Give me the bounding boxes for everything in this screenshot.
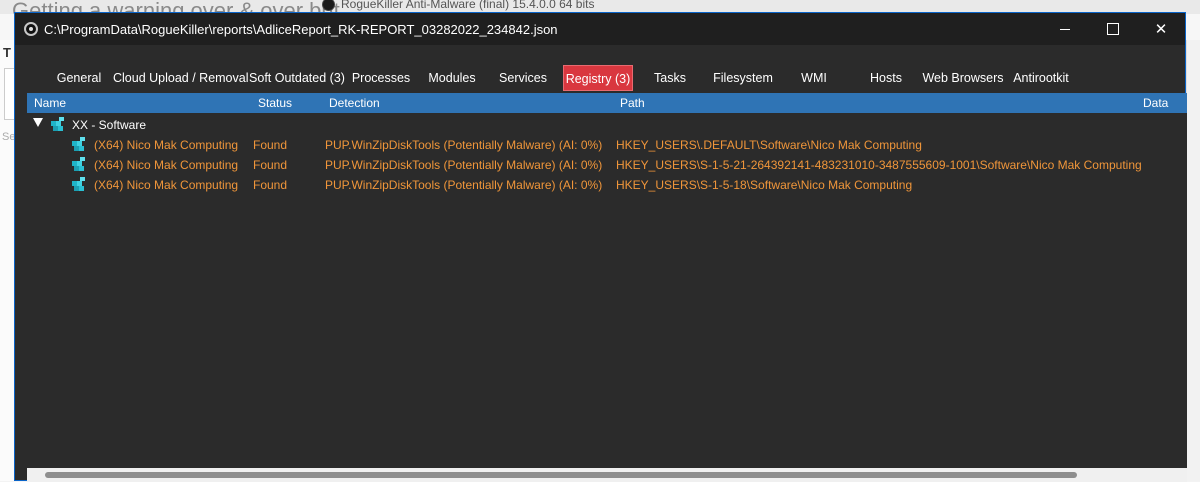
background-app-title[interactable]: RogueKiller Anti-Malware (final) 15.4.0.… xyxy=(322,0,594,11)
tab-processes[interactable]: Processes xyxy=(350,65,412,91)
row-path: HKEY_USERS\S-1-5-18\Software\Nico Mak Co… xyxy=(616,178,913,192)
roguekiller-app-icon xyxy=(24,22,38,36)
tab-hosts[interactable]: Hosts xyxy=(864,65,908,91)
minimize-button[interactable] xyxy=(1041,13,1089,45)
tab-filesystem[interactable]: Filesystem xyxy=(706,65,780,91)
tab-bar: General Cloud Upload / Removal Soft Outd… xyxy=(15,65,1185,91)
maximize-button[interactable] xyxy=(1089,13,1137,45)
row-path: HKEY_USERS\S-1-5-21-264392141-483231010-… xyxy=(616,158,1142,172)
tab-antirootkit[interactable]: Antirootkit xyxy=(1009,65,1073,91)
row-status: Found xyxy=(253,158,288,172)
expand-triangle-icon[interactable] xyxy=(33,118,43,127)
tab-tasks[interactable]: Tasks xyxy=(648,65,692,91)
tab-web-browsers[interactable]: Web Browsers xyxy=(921,65,1005,91)
tab-services[interactable]: Services xyxy=(496,65,550,91)
registry-cube-icon xyxy=(72,157,85,171)
column-header-data[interactable]: Data xyxy=(1143,96,1168,110)
column-header-status[interactable]: Status xyxy=(258,96,292,110)
background-app-icon xyxy=(322,0,335,11)
group-label: XX - Software xyxy=(72,118,147,132)
tab-cloud-upload-removal[interactable]: Cloud Upload / Removal xyxy=(113,65,249,91)
tab-registry[interactable]: Registry (3) xyxy=(563,65,633,91)
minimize-icon xyxy=(1060,28,1070,30)
background-app-title-text: RogueKiller Anti-Malware (final) 15.4.0.… xyxy=(341,0,595,11)
registry-cube-icon xyxy=(72,137,85,151)
background-right-panel xyxy=(1186,40,1200,481)
column-header-detection[interactable]: Detection xyxy=(329,96,380,110)
background-left-letter: T xyxy=(3,45,11,60)
registry-cube-icon xyxy=(51,117,64,131)
tab-soft-outdated[interactable]: Soft Outdated (3) xyxy=(249,65,345,91)
row-status: Found xyxy=(253,138,288,152)
table-header: Name Status Detection Path Data xyxy=(27,93,1187,113)
row-detection: PUP.WinZipDiskTools (Potentially Malware… xyxy=(325,178,603,192)
window-controls: ✕ xyxy=(1041,13,1185,45)
table-row[interactable]: (X64) Nico Mak Computing Found PUP.WinZi… xyxy=(27,135,1187,155)
row-detection: PUP.WinZipDiskTools (Potentially Malware… xyxy=(325,158,603,172)
tab-modules[interactable]: Modules xyxy=(424,65,480,91)
tab-general[interactable]: General xyxy=(51,65,107,91)
row-name: (X64) Nico Mak Computing xyxy=(94,158,239,172)
tab-wmi[interactable]: WMI xyxy=(794,65,834,91)
window-titlebar[interactable]: C:\ProgramData\RogueKiller\reports\Adlic… xyxy=(15,13,1185,45)
report-window: C:\ProgramData\RogueKiller\reports\Adlic… xyxy=(14,12,1187,482)
maximize-icon xyxy=(1107,23,1119,35)
close-button[interactable]: ✕ xyxy=(1137,13,1185,45)
table-row[interactable]: (X64) Nico Mak Computing Found PUP.WinZi… xyxy=(27,155,1187,175)
row-name: (X64) Nico Mak Computing xyxy=(94,138,239,152)
window-title: C:\ProgramData\RogueKiller\reports\Adlic… xyxy=(44,21,558,37)
row-status: Found xyxy=(253,178,288,192)
close-icon: ✕ xyxy=(1154,21,1168,38)
horizontal-scrollbar[interactable] xyxy=(27,468,1187,482)
column-header-name[interactable]: Name xyxy=(34,96,66,110)
registry-cube-icon xyxy=(72,177,85,191)
row-detection: PUP.WinZipDiskTools (Potentially Malware… xyxy=(325,138,603,152)
registry-results-table: Name Status Detection Path Data XX - Sof… xyxy=(27,93,1187,469)
horizontal-scrollbar-thumb[interactable] xyxy=(45,472,1077,478)
table-row[interactable]: (X64) Nico Mak Computing Found PUP.WinZi… xyxy=(27,175,1187,195)
column-header-path[interactable]: Path xyxy=(620,96,645,110)
group-row[interactable]: XX - Software xyxy=(27,115,1187,135)
row-name: (X64) Nico Mak Computing xyxy=(94,178,239,192)
row-path: HKEY_USERS\.DEFAULT\Software\Nico Mak Co… xyxy=(616,138,922,152)
